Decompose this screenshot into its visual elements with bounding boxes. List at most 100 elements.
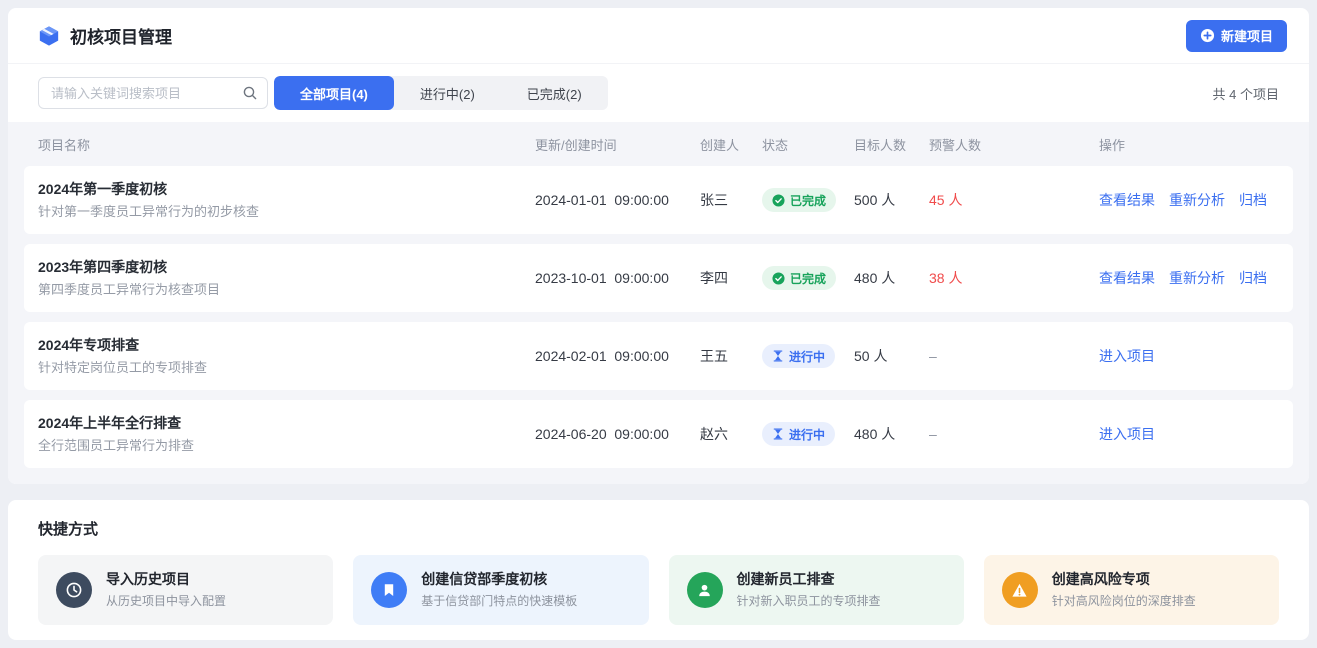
column-header-status: 状态 bbox=[762, 135, 854, 154]
target-count: 480 人 bbox=[854, 424, 929, 444]
project-name: 2024年第一季度初核 bbox=[38, 179, 535, 200]
quick-item-text: 导入历史项目 从历史项目中导入配置 bbox=[106, 570, 226, 609]
project-time: 2024-02-01 09:00:00 bbox=[535, 348, 700, 364]
title-wrap: 初核项目管理 bbox=[38, 23, 172, 48]
action-archive[interactable]: 归档 bbox=[1239, 268, 1267, 288]
action-enter-project[interactable]: 进入项目 bbox=[1099, 346, 1155, 366]
warning-count: 38 人 bbox=[929, 268, 1099, 288]
project-creator: 李四 bbox=[700, 268, 762, 288]
page-title: 初核项目管理 bbox=[70, 23, 172, 48]
project-description: 针对特定岗位员工的专项排查 bbox=[38, 358, 535, 378]
project-name-cell: 2024年上半年全行排查 全行范围员工异常行为排查 bbox=[38, 413, 535, 456]
project-description: 第四季度员工异常行为核查项目 bbox=[38, 280, 535, 300]
project-table: 项目名称 更新/创建时间 创建人 状态 目标人数 预警人数 操作 2024年第一… bbox=[8, 122, 1309, 484]
new-project-button-label: 新建项目 bbox=[1221, 26, 1273, 45]
column-header-target: 目标人数 bbox=[854, 135, 929, 154]
row-actions: 进入项目 bbox=[1099, 346, 1279, 366]
bookmark-icon bbox=[371, 572, 407, 608]
table-row: 2024年上半年全行排查 全行范围员工异常行为排查 2024-06-20 09:… bbox=[24, 400, 1293, 468]
project-time: 2024-01-01 09:00:00 bbox=[535, 192, 700, 208]
target-count: 480 人 bbox=[854, 268, 929, 288]
action-reanalyze[interactable]: 重新分析 bbox=[1169, 268, 1225, 288]
action-view-results[interactable]: 查看结果 bbox=[1099, 268, 1155, 288]
hourglass-icon bbox=[772, 428, 784, 440]
action-view-results[interactable]: 查看结果 bbox=[1099, 190, 1155, 210]
tab-completed[interactable]: 已完成(2) bbox=[501, 76, 608, 110]
action-reanalyze[interactable]: 重新分析 bbox=[1169, 190, 1225, 210]
project-time: 2023-10-01 09:00:00 bbox=[535, 270, 700, 286]
quick-item-title: 创建高风险专项 bbox=[1052, 570, 1196, 590]
project-name: 2024年上半年全行排查 bbox=[38, 413, 535, 434]
project-status-cell: 进行中 bbox=[762, 422, 854, 446]
table-row: 2023年第四季度初核 第四季度员工异常行为核查项目 2023-10-01 09… bbox=[24, 244, 1293, 312]
quick-item-new-employee[interactable]: 创建新员工排查 针对新入职员工的专项排查 bbox=[669, 555, 964, 625]
project-management-panel: 初核项目管理 新建项目 全部项目(4) 进行中(2) bbox=[8, 8, 1309, 484]
action-enter-project[interactable]: 进入项目 bbox=[1099, 424, 1155, 444]
action-archive[interactable]: 归档 bbox=[1239, 190, 1267, 210]
column-header-creator: 创建人 bbox=[700, 135, 762, 154]
total-count: 共 4 个项目 bbox=[1213, 84, 1279, 103]
warning-count: – bbox=[929, 348, 1099, 364]
project-name-cell: 2024年专项排查 针对特定岗位员工的专项排查 bbox=[38, 335, 535, 378]
check-circle-icon bbox=[772, 272, 785, 285]
quick-actions-panel: 快捷方式 导入历史项目 从历史项目中导入配置 创建信贷部季度初核 bbox=[8, 500, 1309, 640]
column-header-name: 项目名称 bbox=[38, 135, 535, 154]
search-input[interactable] bbox=[38, 77, 268, 109]
user-icon bbox=[687, 572, 723, 608]
target-count: 500 人 bbox=[854, 190, 929, 210]
cube-icon bbox=[38, 25, 60, 47]
hourglass-icon bbox=[772, 350, 784, 362]
project-name-cell: 2024年第一季度初核 针对第一季度员工异常行为的初步核查 bbox=[38, 179, 535, 222]
plus-circle-icon bbox=[1200, 28, 1215, 43]
project-creator: 赵六 bbox=[700, 424, 762, 444]
project-status-cell: 已完成 bbox=[762, 188, 854, 212]
search-box bbox=[38, 77, 268, 109]
status-badge: 进行中 bbox=[762, 422, 835, 446]
project-status-cell: 已完成 bbox=[762, 266, 854, 290]
status-tab-group: 全部项目(4) 进行中(2) 已完成(2) bbox=[274, 76, 608, 110]
column-header-time: 更新/创建时间 bbox=[535, 135, 700, 154]
quick-item-title: 导入历史项目 bbox=[106, 570, 226, 590]
tab-in-progress[interactable]: 进行中(2) bbox=[394, 76, 501, 110]
warning-count: – bbox=[929, 426, 1099, 442]
column-header-actions: 操作 bbox=[1099, 135, 1279, 154]
warning-icon bbox=[1002, 572, 1038, 608]
quick-item-desc: 基于信贷部门特点的快速模板 bbox=[421, 593, 577, 610]
quick-actions-row: 导入历史项目 从历史项目中导入配置 创建信贷部季度初核 基于信贷部门特点的快速模… bbox=[38, 555, 1279, 625]
search-icon bbox=[242, 85, 258, 106]
clock-icon bbox=[56, 572, 92, 608]
quick-actions-title: 快捷方式 bbox=[38, 518, 1279, 539]
quick-item-title: 创建新员工排查 bbox=[737, 570, 881, 590]
status-badge: 进行中 bbox=[762, 344, 835, 368]
project-name: 2024年专项排查 bbox=[38, 335, 535, 356]
quick-item-import-history[interactable]: 导入历史项目 从历史项目中导入配置 bbox=[38, 555, 333, 625]
project-description: 全行范围员工异常行为排查 bbox=[38, 436, 535, 456]
quick-item-high-risk[interactable]: 创建高风险专项 针对高风险岗位的深度排查 bbox=[984, 555, 1279, 625]
project-creator: 张三 bbox=[700, 190, 762, 210]
header-bar: 初核项目管理 新建项目 bbox=[8, 8, 1309, 64]
project-time: 2024-06-20 09:00:00 bbox=[535, 426, 700, 442]
tab-all-projects[interactable]: 全部项目(4) bbox=[274, 76, 394, 110]
column-header-warning: 预警人数 bbox=[929, 135, 1099, 154]
row-actions: 查看结果 重新分析 归档 bbox=[1099, 268, 1279, 288]
status-label: 已完成 bbox=[790, 270, 826, 287]
status-label: 已完成 bbox=[790, 192, 826, 209]
quick-item-title: 创建信贷部季度初核 bbox=[421, 570, 577, 590]
table-row: 2024年专项排查 针对特定岗位员工的专项排查 2024-02-01 09:00… bbox=[24, 322, 1293, 390]
toolbar: 全部项目(4) 进行中(2) 已完成(2) 共 4 个项目 bbox=[8, 64, 1309, 122]
quick-item-text: 创建信贷部季度初核 基于信贷部门特点的快速模板 bbox=[421, 570, 577, 609]
status-label: 进行中 bbox=[789, 348, 825, 365]
quick-item-text: 创建新员工排查 针对新入职员工的专项排查 bbox=[737, 570, 881, 609]
project-creator: 王五 bbox=[700, 346, 762, 366]
quick-item-credit-quarterly[interactable]: 创建信贷部季度初核 基于信贷部门特点的快速模板 bbox=[353, 555, 648, 625]
target-count: 50 人 bbox=[854, 346, 929, 366]
status-badge: 已完成 bbox=[762, 266, 836, 290]
project-description: 针对第一季度员工异常行为的初步核查 bbox=[38, 202, 535, 222]
quick-item-desc: 针对新入职员工的专项排查 bbox=[737, 593, 881, 610]
quick-item-text: 创建高风险专项 针对高风险岗位的深度排查 bbox=[1052, 570, 1196, 609]
row-actions: 查看结果 重新分析 归档 bbox=[1099, 190, 1279, 210]
row-actions: 进入项目 bbox=[1099, 424, 1279, 444]
project-name: 2023年第四季度初核 bbox=[38, 257, 535, 278]
new-project-button[interactable]: 新建项目 bbox=[1186, 20, 1287, 52]
table-row: 2024年第一季度初核 针对第一季度员工异常行为的初步核查 2024-01-01… bbox=[24, 166, 1293, 234]
